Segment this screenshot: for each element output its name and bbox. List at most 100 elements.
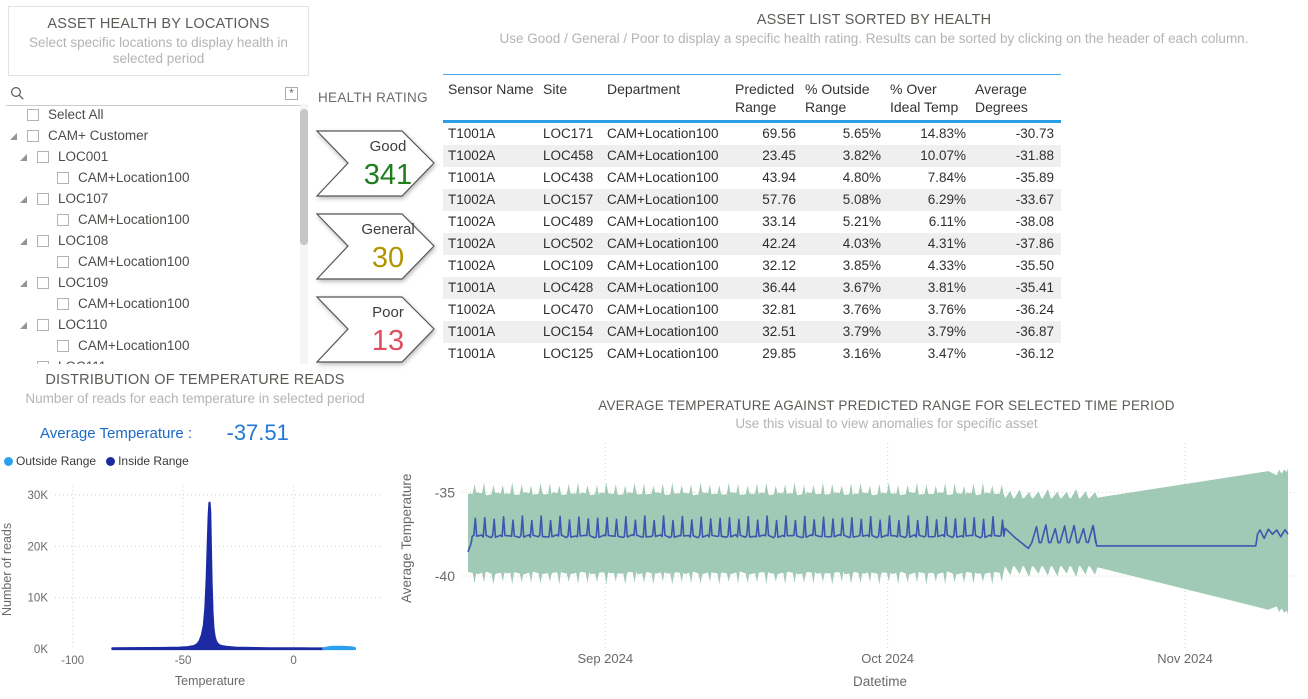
col-header-site[interactable]: Site — [538, 80, 602, 116]
checkbox[interactable] — [37, 193, 49, 205]
tree-item-loc109[interactable]: LOC109 — [0, 272, 298, 293]
triangle-placeholder — [8, 109, 20, 121]
table-cell: CAM+Location100 — [602, 123, 730, 145]
checkbox[interactable] — [27, 130, 39, 142]
health-chevron-poor[interactable]: Poor13 — [315, 296, 437, 368]
tree-item-loc108[interactable]: LOC108 — [0, 230, 298, 251]
table-cell: 3.79% — [800, 321, 885, 343]
checkbox[interactable] — [57, 298, 69, 310]
checkbox[interactable] — [37, 151, 49, 163]
tree-item-label: LOC108 — [58, 233, 108, 248]
checkbox[interactable] — [27, 109, 39, 121]
table-cell: T1001A — [443, 123, 538, 145]
table-cell: LOC470 — [538, 299, 602, 321]
health-chevron-general[interactable]: General30 — [315, 213, 437, 285]
tree-item-label: LOC109 — [58, 275, 108, 290]
table-row: T1002ALOC502CAM+Location10042.244.03%4.3… — [443, 233, 1061, 255]
checkbox[interactable] — [37, 319, 49, 331]
health-chevrons: Good341 General30 Poor13 — [315, 130, 437, 379]
checkbox[interactable] — [37, 277, 49, 289]
tree-item-loc110[interactable]: LOC110 — [0, 314, 298, 335]
table-cell: 3.76% — [800, 299, 885, 321]
distribution-svg: 0K10K20K30K-100-500TemperatureNumber of … — [0, 466, 390, 694]
checkbox[interactable] — [37, 235, 49, 247]
table-cell: 5.65% — [800, 123, 885, 145]
table-row: T1001ALOC154CAM+Location10032.513.79%3.7… — [443, 321, 1061, 343]
checkbox[interactable] — [57, 256, 69, 268]
col-header-predicted-range[interactable]: Predicted Range — [730, 80, 800, 116]
table-cell: 3.82% — [800, 145, 885, 167]
tree-item-cam-location100[interactable]: CAM+Location100 — [0, 209, 298, 230]
average-temperature-row: Average Temperature : -37.51 — [40, 420, 289, 446]
checkbox[interactable] — [57, 340, 69, 352]
collapse-triangle-icon[interactable] — [18, 235, 30, 247]
col-header-department[interactable]: Department — [602, 80, 730, 116]
tree-item-cam-location100[interactable]: CAM+Location100 — [0, 335, 298, 356]
tree-item-select-all[interactable]: Select All — [0, 104, 298, 125]
checkbox[interactable] — [37, 361, 49, 365]
table-cell: 29.85 — [730, 343, 800, 365]
slicer-search-box[interactable]: * — [6, 84, 300, 106]
tree-item-label: CAM+Location100 — [78, 212, 189, 227]
col-header-outside-range[interactable]: % Outside Range — [800, 80, 885, 116]
checkbox[interactable] — [57, 214, 69, 226]
avg-temp-section: AVERAGE TEMPERATURE AGAINST PREDICTED RA… — [395, 398, 1308, 694]
tree-item-cam-customer[interactable]: CAM+ Customer — [0, 125, 298, 146]
collapse-triangle-icon[interactable] — [18, 193, 30, 205]
table-cell: CAM+Location100 — [602, 211, 730, 233]
table-cell: CAM+Location100 — [602, 321, 730, 343]
chart-text: -35 — [435, 484, 455, 500]
triangle-placeholder — [38, 214, 50, 226]
table-cell: 3.16% — [800, 343, 885, 365]
tree-item-loc107[interactable]: LOC107 — [0, 188, 298, 209]
table-cell: 23.45 — [730, 145, 800, 167]
table-cell: 69.56 — [730, 123, 800, 145]
avg-temp-title: AVERAGE TEMPERATURE AGAINST PREDICTED RA… — [465, 398, 1308, 413]
tree-item-loc111[interactable]: LOC111 — [0, 356, 298, 364]
tree-item-cam-location100[interactable]: CAM+Location100 — [0, 167, 298, 188]
health-chevron-good[interactable]: Good341 — [315, 130, 437, 202]
table-cell: -30.73 — [970, 123, 1058, 145]
table-cell: 3.67% — [800, 277, 885, 299]
table-cell: T1002A — [443, 189, 538, 211]
col-header-sensor-name[interactable]: Sensor Name — [443, 80, 538, 116]
tree-item-label: CAM+Location100 — [78, 170, 189, 185]
triangle-placeholder — [38, 172, 50, 184]
table-cell: 5.08% — [800, 189, 885, 211]
distribution-title: DISTRIBUTION OF TEMPERATURE READS — [0, 372, 390, 388]
col-header-average-degrees[interactable]: Average Degrees — [970, 80, 1058, 116]
tree-scrollbar[interactable] — [300, 104, 308, 364]
slicer-title: ASSET HEALTH BY LOCATIONS — [9, 16, 308, 32]
table-cell: -31.88 — [970, 145, 1058, 167]
tree-item-label: LOC110 — [58, 317, 107, 332]
table-cell: CAM+Location100 — [602, 299, 730, 321]
tree-item-label: LOC001 — [58, 149, 108, 164]
tree-item-cam-location100[interactable]: CAM+Location100 — [0, 251, 298, 272]
table-cell: T1001A — [443, 167, 538, 189]
collapse-triangle-icon[interactable] — [18, 319, 30, 331]
table-cell: 3.79% — [885, 321, 970, 343]
table-cell: 5.21% — [800, 211, 885, 233]
chart-text: Good — [370, 138, 407, 155]
tree-item-cam-location100[interactable]: CAM+Location100 — [0, 293, 298, 314]
table-cell: 3.76% — [885, 299, 970, 321]
search-input[interactable] — [30, 84, 270, 104]
checkbox[interactable] — [57, 172, 69, 184]
avg-temp-subtitle: Use this visual to view anomalies for sp… — [465, 416, 1308, 431]
table-cell: 3.85% — [800, 255, 885, 277]
collapse-triangle-icon[interactable] — [18, 277, 30, 289]
table-row: T1002ALOC109CAM+Location10032.123.85%4.3… — [443, 255, 1061, 277]
average-temperature-label: Average Temperature : — [40, 425, 192, 442]
table-cell: 4.03% — [800, 233, 885, 255]
col-header-over-ideal-temp[interactable]: % Over Ideal Temp — [885, 80, 970, 116]
asterisk-box-icon[interactable]: * — [285, 87, 298, 100]
table-cell: LOC438 — [538, 167, 602, 189]
tree-item-label: CAM+ Customer — [48, 128, 148, 143]
chart-text: -100 — [61, 655, 84, 667]
tree-item-loc001[interactable]: LOC001 — [0, 146, 298, 167]
collapse-triangle-icon[interactable] — [8, 130, 20, 142]
chart-text: 10K — [28, 593, 49, 605]
table-cell: CAM+Location100 — [602, 167, 730, 189]
tree-scrollbar-thumb[interactable] — [300, 109, 308, 245]
collapse-triangle-icon[interactable] — [18, 151, 30, 163]
